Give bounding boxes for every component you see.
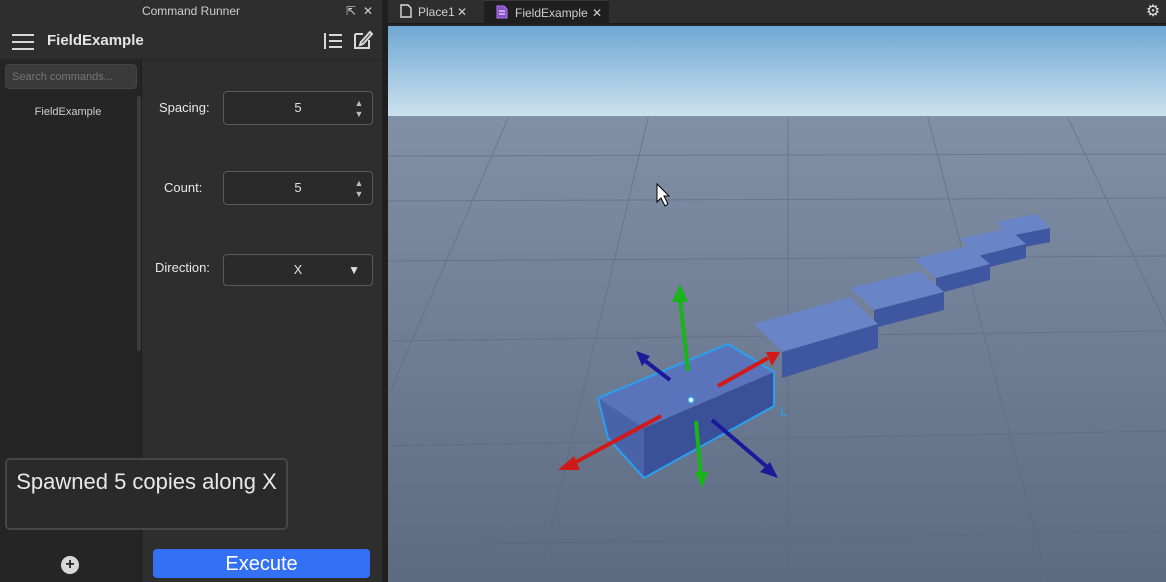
execute-button[interactable]: Execute xyxy=(153,549,370,578)
panel-title-bar: Command Runner ⇱ ✕ xyxy=(0,0,382,22)
panel-header: FieldExample xyxy=(0,22,382,60)
edit-icon[interactable] xyxy=(352,29,374,51)
search-input[interactable] xyxy=(5,64,137,89)
command-list-item[interactable]: FieldExample xyxy=(0,106,136,118)
script-icon xyxy=(496,5,508,19)
hamburger-icon[interactable] xyxy=(12,33,34,51)
list-icon[interactable] xyxy=(322,31,344,51)
count-value: 5 xyxy=(294,180,302,195)
dropdown-arrow-icon: ▼ xyxy=(348,263,360,277)
tab-label: FieldExample xyxy=(515,6,588,20)
panel-title: Command Runner xyxy=(141,4,241,18)
sidebar-scrollbar[interactable] xyxy=(137,96,141,351)
spacing-field[interactable]: 5 ▲ ▼ xyxy=(223,91,373,125)
direction-select[interactable]: X ▼ xyxy=(223,254,373,286)
gear-icon[interactable]: ⚙ xyxy=(1144,3,1162,21)
spacing-value: 5 xyxy=(294,100,302,115)
close-icon[interactable]: ✕ xyxy=(457,0,467,24)
sky xyxy=(388,26,1166,118)
tab-bar: Place1 ✕ FieldExample ✕ ⚙ xyxy=(388,0,1166,24)
direction-value: X xyxy=(293,262,303,277)
spacing-stepper-icon[interactable]: ▲ ▼ xyxy=(354,98,364,120)
undock-icon[interactable]: ⇱ xyxy=(344,4,358,18)
ground-plane xyxy=(388,116,1166,582)
direction-label: Direction: xyxy=(155,260,210,275)
command-title: FieldExample xyxy=(47,32,144,49)
close-icon[interactable]: ✕ xyxy=(592,1,602,25)
3d-viewport[interactable]: L xyxy=(388,26,1166,582)
local-space-indicator: L xyxy=(780,404,787,419)
count-field[interactable]: 5 ▲ ▼ xyxy=(223,171,373,205)
tab-place1[interactable]: Place1 ✕ xyxy=(388,0,476,24)
close-icon[interactable]: ✕ xyxy=(361,4,375,18)
command-runner-panel: Command Runner ⇱ ✕ FieldExample FieldExa… xyxy=(0,0,382,582)
spacing-label: Spacing: xyxy=(159,100,210,115)
output-message: Spawned 5 copies along X xyxy=(5,458,288,530)
studio-window: Command Runner ⇱ ✕ FieldExample FieldExa… xyxy=(0,0,1166,582)
add-command-button[interactable]: + xyxy=(61,556,79,574)
count-stepper-icon[interactable]: ▲ ▼ xyxy=(354,178,364,200)
viewport-scene[interactable]: L xyxy=(388,26,1166,582)
tab-fieldexample[interactable]: FieldExample ✕ xyxy=(484,0,609,24)
count-label: Count: xyxy=(164,180,203,195)
tab-label: Place1 xyxy=(418,5,455,19)
place-file-icon xyxy=(400,4,412,18)
